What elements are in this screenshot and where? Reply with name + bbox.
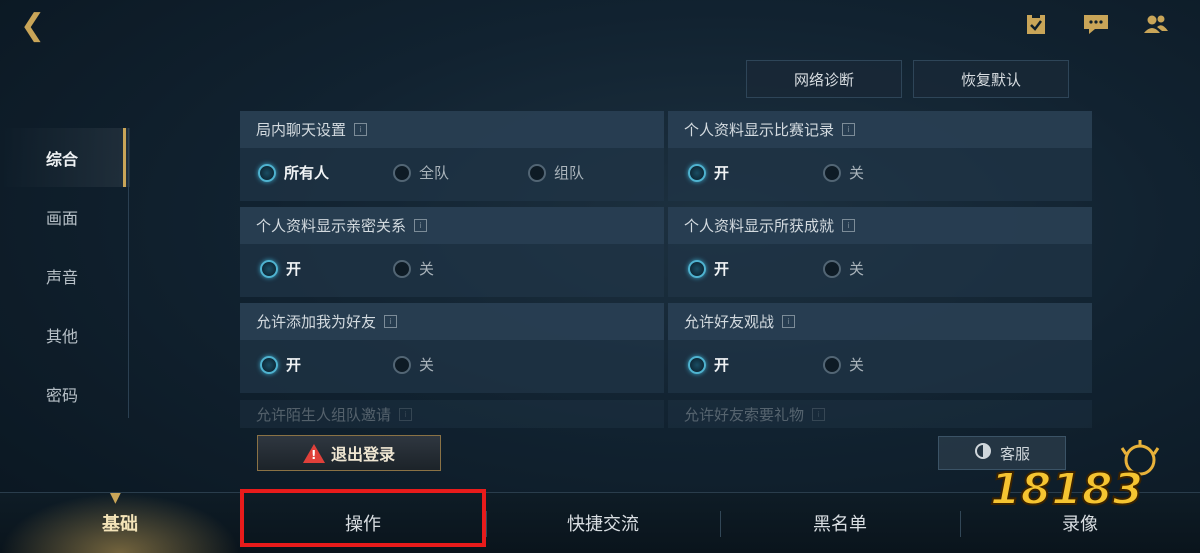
option-label: 开 xyxy=(286,356,302,374)
warning-icon: ! xyxy=(302,443,325,463)
option-label: 开 xyxy=(714,356,730,374)
sidebar-item-sound[interactable]: 声音 xyxy=(0,246,130,305)
watermark-text: 18183 xyxy=(990,464,1143,515)
radio-option-off[interactable]: 关 xyxy=(393,258,434,279)
option-label: 关 xyxy=(419,260,435,278)
chevron-down-icon: ▼ xyxy=(110,490,121,506)
setting-title: 个人资料显示所获成就 xyxy=(684,217,835,235)
radio-option-party[interactable]: 组队 xyxy=(528,162,584,183)
radio-option-off[interactable]: 关 xyxy=(823,258,864,279)
setting-title: 局内聊天设置 xyxy=(256,121,347,139)
option-label: 关 xyxy=(849,356,865,374)
option-label: 组队 xyxy=(554,164,585,182)
sidebar: 综合 画面 声音 其他 密码 xyxy=(0,128,130,423)
radio-icon xyxy=(393,163,411,182)
radio-option-off[interactable]: 关 xyxy=(823,354,864,375)
radio-icon xyxy=(823,355,841,374)
radio-selected-icon xyxy=(258,163,276,182)
sidebar-item-label: 声音 xyxy=(46,267,79,287)
radio-selected-icon xyxy=(688,163,706,182)
tab-label: 黑名单 xyxy=(813,514,867,535)
sidebar-item-general[interactable]: 综合 xyxy=(0,128,130,187)
sidebar-item-label: 其他 xyxy=(46,326,79,346)
sidebar-item-label: 画面 xyxy=(46,208,79,228)
option-label: 所有人 xyxy=(284,164,330,182)
radio-option-on[interactable]: 开 xyxy=(688,258,729,279)
sidebar-item-label: 密码 xyxy=(46,385,79,405)
restore-default-button[interactable]: 恢复默认 xyxy=(913,60,1069,98)
friends-icon[interactable] xyxy=(1142,10,1170,38)
radio-option-off[interactable]: 关 xyxy=(823,162,864,183)
setting-match-record: 个人资料显示比赛记录 i 开 关 xyxy=(668,111,1092,201)
radio-icon xyxy=(393,355,411,374)
radio-selected-icon xyxy=(688,355,706,374)
option-label: 开 xyxy=(714,164,730,182)
option-label: 开 xyxy=(286,260,302,278)
setting-intimacy: 个人资料显示亲密关系 i 开 关 xyxy=(240,207,664,297)
highlight-box xyxy=(240,489,486,547)
sidebar-item-password[interactable]: 密码 xyxy=(0,364,130,423)
setting-add-friend: 允许添加我为好友 i 开 关 xyxy=(240,303,664,393)
radio-icon xyxy=(823,163,841,182)
sidebar-item-label: 综合 xyxy=(46,149,79,169)
radio-option-team[interactable]: 全队 xyxy=(393,162,449,183)
sidebar-item-graphics[interactable]: 画面 xyxy=(0,187,130,246)
setting-gift-request: 允许好友索要礼物 i xyxy=(668,400,1092,428)
setting-title: 允许陌生人组队邀请 xyxy=(256,405,392,424)
info-icon[interactable]: i xyxy=(812,407,826,421)
back-button[interactable]: ❮ xyxy=(20,8,60,44)
info-icon[interactable]: i xyxy=(842,123,856,136)
back-arrow-icon: ❮ xyxy=(20,8,46,43)
radio-option-on[interactable]: 开 xyxy=(688,162,729,183)
radio-option-everyone[interactable]: 所有人 xyxy=(258,162,329,183)
radio-option-off[interactable]: 关 xyxy=(393,354,434,375)
tab-label: 基础 xyxy=(102,514,138,535)
chat-icon[interactable] xyxy=(1082,10,1110,38)
info-icon[interactable]: i xyxy=(399,407,413,421)
option-label: 关 xyxy=(849,260,865,278)
setting-chat: 局内聊天设置 i 所有人 全队 组队 xyxy=(240,111,664,201)
radio-icon xyxy=(393,259,411,278)
network-diagnosis-button[interactable]: 网络诊断 xyxy=(746,60,902,98)
option-label: 关 xyxy=(849,164,865,182)
option-label: 全队 xyxy=(419,164,450,182)
tab-quick-chat[interactable]: 快捷交流 xyxy=(486,493,720,553)
setting-achievements: 个人资料显示所获成就 i 开 关 xyxy=(668,207,1092,297)
info-icon[interactable]: i xyxy=(354,123,368,136)
radio-option-on[interactable]: 开 xyxy=(260,354,301,375)
logout-button[interactable]: ! 退出登录 xyxy=(257,435,441,471)
radio-option-on[interactable]: 开 xyxy=(260,258,301,279)
sidebar-item-other[interactable]: 其他 xyxy=(0,305,130,364)
radio-selected-icon xyxy=(688,259,706,278)
setting-title: 个人资料显示比赛记录 xyxy=(684,121,835,139)
setting-title: 个人资料显示亲密关系 xyxy=(256,217,407,235)
radio-icon xyxy=(823,259,841,278)
info-icon[interactable]: i xyxy=(782,315,796,328)
option-label: 关 xyxy=(419,356,435,374)
tab-label: 快捷交流 xyxy=(567,514,639,535)
setting-title: 允许好友索要礼物 xyxy=(684,405,805,424)
clipboard-icon[interactable] xyxy=(1022,10,1050,38)
setting-spectate: 允许好友观战 i 开 关 xyxy=(668,303,1092,393)
info-icon[interactable]: i xyxy=(384,315,398,328)
tab-blacklist[interactable]: 黑名单 xyxy=(720,493,960,553)
logout-label: 退出登录 xyxy=(330,445,395,464)
setting-title: 允许好友观战 xyxy=(684,313,775,331)
radio-selected-icon xyxy=(260,355,278,374)
radio-selected-icon xyxy=(260,259,278,278)
info-icon[interactable]: i xyxy=(842,219,856,232)
setting-stranger-invite: 允许陌生人组队邀请 i xyxy=(240,400,664,428)
info-icon[interactable]: i xyxy=(414,219,428,232)
setting-title: 允许添加我为好友 xyxy=(256,313,377,331)
radio-icon xyxy=(528,163,546,182)
option-label: 开 xyxy=(714,260,730,278)
sidebar-divider xyxy=(128,128,129,418)
radio-option-on[interactable]: 开 xyxy=(688,354,729,375)
watermark-logo: 18183 xyxy=(989,440,1190,520)
